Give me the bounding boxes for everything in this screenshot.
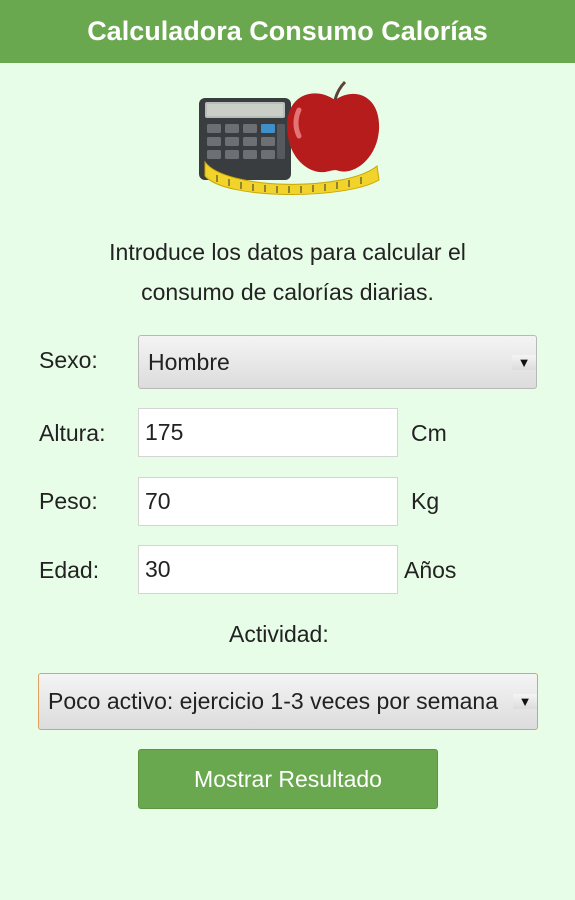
app-bar: Calculadora Consumo Calorías xyxy=(0,0,575,63)
altura-unit: Cm xyxy=(411,420,447,446)
actividad-label: Actividad: xyxy=(229,621,329,647)
edad-unit: Años xyxy=(404,557,457,583)
peso-label: Peso: xyxy=(39,488,98,514)
intro-text: Introduce los datos para calcular el con… xyxy=(20,232,555,312)
caret-down-icon: ▼ xyxy=(513,694,537,709)
apple-icon xyxy=(287,80,380,173)
sexo-select[interactable]: Hombre ▼ xyxy=(138,335,537,389)
peso-input[interactable]: 70 xyxy=(138,477,398,526)
page-title: Calculadora Consumo Calorías xyxy=(87,16,488,46)
edad-input[interactable]: 30 xyxy=(138,545,398,594)
caret-down-icon: ▼ xyxy=(512,354,536,370)
calculator-icon xyxy=(199,98,291,180)
actividad-select[interactable]: Poco activo: ejercicio 1-3 veces por sem… xyxy=(38,673,538,730)
intro-line-1: Introduce los datos para calcular el xyxy=(109,239,466,265)
peso-unit: Kg xyxy=(411,488,440,514)
sexo-label: Sexo: xyxy=(39,347,98,373)
intro-line-2: consumo de calorías diarias. xyxy=(141,279,434,305)
altura-label: Altura: xyxy=(39,420,106,446)
sexo-select-value: Hombre xyxy=(148,348,230,375)
edad-label: Edad: xyxy=(39,557,100,583)
calculator-apple-illustration xyxy=(199,80,380,195)
mostrar-resultado-button[interactable]: Mostrar Resultado xyxy=(138,749,438,809)
altura-input[interactable]: 175 xyxy=(138,408,398,457)
actividad-select-value: Poco activo: ejercicio 1-3 veces por sem… xyxy=(48,688,498,714)
